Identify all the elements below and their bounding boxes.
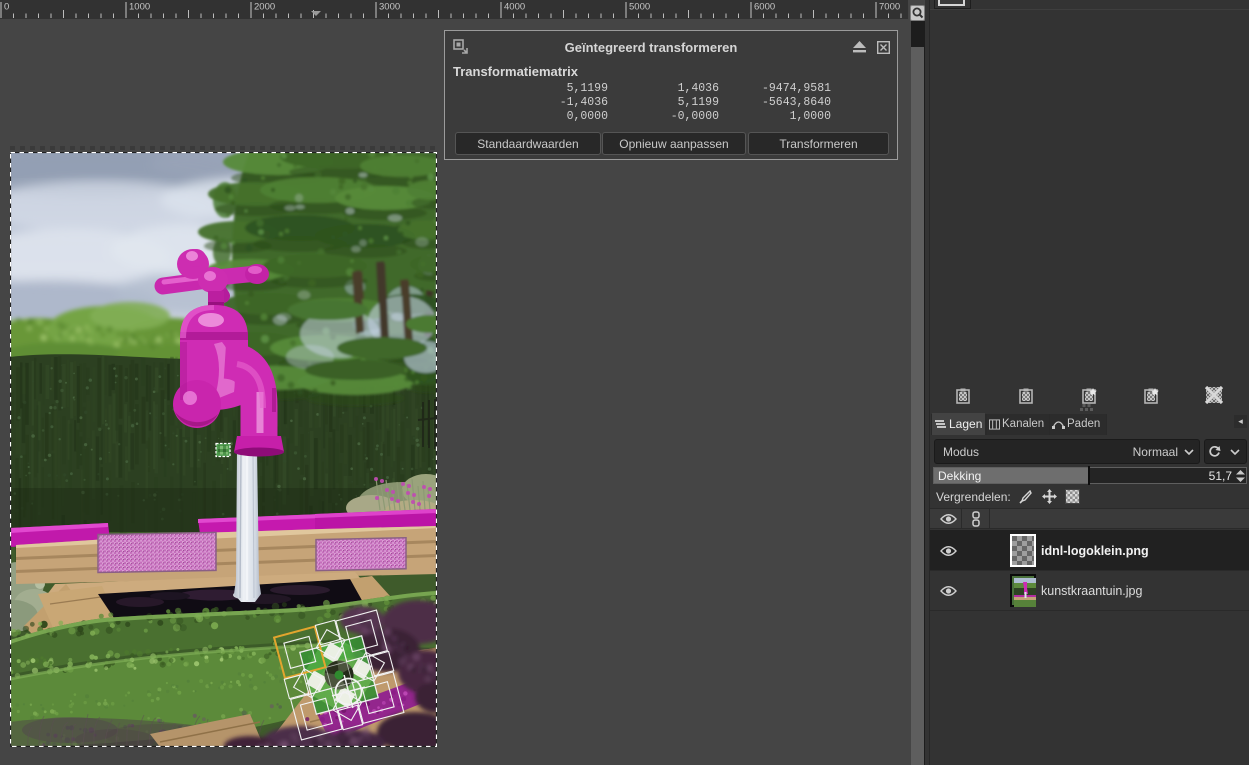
svg-text:0: 0 — [4, 2, 9, 13]
svg-text:5000: 5000 — [629, 2, 650, 13]
svg-text:6000: 6000 — [754, 2, 775, 13]
svg-text:1000: 1000 — [129, 2, 150, 13]
svg-text:3000: 3000 — [379, 2, 400, 13]
svg-text:4000: 4000 — [504, 2, 525, 13]
svg-text:7000: 7000 — [879, 2, 900, 13]
svg-text:2000: 2000 — [254, 2, 275, 13]
